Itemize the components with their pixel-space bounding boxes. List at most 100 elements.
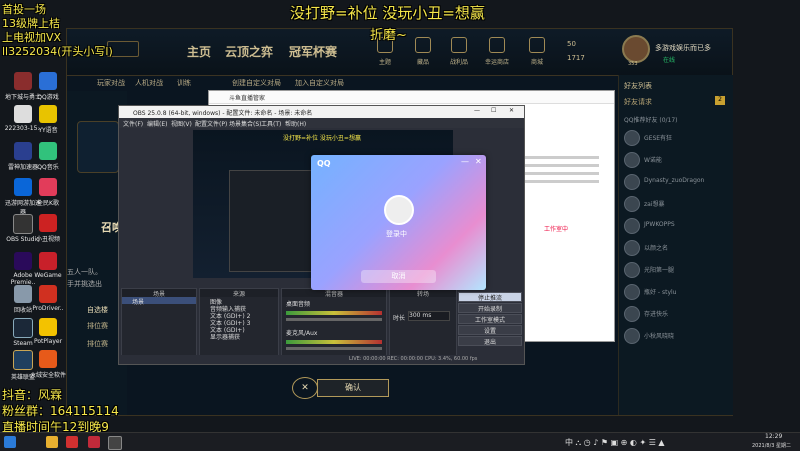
minimize-icon[interactable]: — bbox=[461, 157, 469, 166]
cancel-button[interactable]: 取消 bbox=[361, 270, 436, 283]
menu-help[interactable]: 帮助(H) bbox=[285, 119, 306, 128]
desktop-icon[interactable]: QQ游戏 bbox=[28, 72, 68, 101]
nav-loot[interactable]: 战利品 bbox=[447, 37, 471, 66]
friend-item[interactable]: JPWKOPPS bbox=[624, 217, 728, 235]
menu-scene-collection[interactable]: 场景集合(S) bbox=[229, 119, 262, 128]
tab-ai[interactable]: 人机对战 bbox=[135, 78, 163, 88]
duration-input[interactable]: 300 ms bbox=[408, 311, 450, 321]
recommend-group[interactable]: QQ推荐好友 (0/17) bbox=[624, 115, 678, 124]
friend-item[interactable]: GESE有狂 bbox=[624, 129, 728, 147]
source-item[interactable]: 文本 (GDI+) 3 bbox=[200, 318, 278, 327]
menu-tools[interactable]: 工具(T) bbox=[261, 119, 281, 128]
desktop-icon[interactable]: QQ音乐 bbox=[28, 142, 68, 171]
desktop-icon[interactable]: 火绒安全软件 bbox=[28, 350, 68, 379]
avatar bbox=[624, 174, 640, 190]
avatar bbox=[624, 196, 640, 212]
close-icon[interactable]: ✕ bbox=[475, 157, 482, 166]
source-item[interactable]: 文本 (GDI+) 2 bbox=[200, 311, 278, 320]
profile-level: 353 bbox=[628, 61, 638, 67]
friend-item[interactable]: Dynasty_zuoDragon bbox=[624, 173, 728, 191]
menu-file[interactable]: 文件(F) bbox=[123, 119, 143, 128]
friend-item[interactable]: 存进快乐 bbox=[624, 305, 728, 323]
obs-titlebar: OBS 25.0.8 (64-bit, windows) - 配置文件: 未命名… bbox=[119, 106, 524, 118]
qq-status: 登录中 bbox=[386, 230, 407, 238]
qq-logo: QQ bbox=[317, 159, 331, 168]
mixer-mic-meter bbox=[286, 340, 382, 344]
friend-item[interactable]: 光阳第一腿 bbox=[624, 261, 728, 279]
avatar bbox=[624, 284, 640, 300]
desktop-icon[interactable]: 小丑视频 bbox=[28, 214, 68, 243]
desktop-icon[interactable]: ProDriver.. bbox=[28, 285, 68, 312]
clock-time[interactable]: 12:29 bbox=[765, 433, 782, 440]
settings-button[interactable]: 设置 bbox=[458, 325, 522, 335]
close-icon[interactable]: ✕ bbox=[509, 107, 514, 114]
confirm-button[interactable]: 确认 bbox=[317, 379, 389, 397]
profile-avatar[interactable] bbox=[622, 35, 650, 63]
taskbar-app-icon[interactable] bbox=[88, 436, 100, 448]
source-item[interactable]: 显示器捕获 bbox=[200, 332, 278, 341]
avatar bbox=[624, 262, 640, 278]
nav-home[interactable]: 主页 bbox=[187, 43, 211, 60]
option-draft[interactable]: 自选楼 bbox=[87, 305, 108, 315]
mixer-mic-slider[interactable] bbox=[286, 347, 382, 350]
tab-training[interactable]: 训练 bbox=[177, 78, 191, 88]
start-recording-button[interactable]: 开始录制 bbox=[458, 303, 522, 313]
friend-item[interactable]: 小秋风晓晓 bbox=[624, 327, 728, 345]
menu-profile[interactable]: 配置文件(P) bbox=[195, 119, 227, 128]
friend-item[interactable]: zai想暴 bbox=[624, 195, 728, 213]
nav-collection[interactable]: 藏品 bbox=[411, 37, 435, 66]
mixer-mic-label: 麦克风/Aux bbox=[286, 330, 318, 337]
clock-date[interactable]: 2021/8/3 星期二 bbox=[752, 442, 791, 449]
maximize-icon[interactable]: ☐ bbox=[491, 107, 496, 114]
stop-stream-button[interactable]: 停止推流 bbox=[458, 292, 522, 302]
nav-shop[interactable]: 商城 bbox=[525, 37, 549, 66]
mixer-panel: 混音器 桌面音频 麦克风/Aux bbox=[281, 288, 387, 356]
avatar bbox=[384, 195, 414, 225]
scene-item[interactable]: 场景 bbox=[122, 297, 196, 306]
minimize-icon[interactable]: — bbox=[474, 107, 480, 114]
douyu-title: 斗鱼直播管家 bbox=[229, 95, 266, 102]
riot-points-count: 1717 bbox=[567, 54, 585, 62]
friend-requests-label[interactable]: 好友请求 bbox=[624, 97, 652, 107]
overlay-left-line4: ll3252034(开头小写l) bbox=[2, 45, 113, 58]
mixer-desktop-slider[interactable] bbox=[286, 318, 382, 321]
tray-icons[interactable]: 中 ⛬ ◷ ♪ ⚑ ▣ ⊕ ◐ ✦ ☰ ▲ bbox=[565, 437, 665, 448]
sources-panel: 来源 图像 音频输入捕获 文本 (GDI+) 2 文本 (GDI+) 3 文本 … bbox=[199, 288, 279, 356]
friend-item[interactable]: 以颜之名 bbox=[624, 239, 728, 257]
nav-tft[interactable]: 云顶之弈 bbox=[225, 43, 273, 60]
menu-view[interactable]: 视图(V) bbox=[171, 119, 192, 128]
mixer-header: 混音器 bbox=[282, 289, 386, 298]
taskbar-app-icon[interactable] bbox=[46, 436, 58, 448]
obs-status-text: LIVE: 00:00:00 REC: 00:00:00 CPU: 3.4%, … bbox=[349, 356, 478, 362]
duration-label: 时长 bbox=[393, 315, 406, 322]
obs-menu-bar: 文件(F) 编辑(E) 视图(V) 配置文件(P) 场景集合(S) 工具(T) … bbox=[119, 118, 524, 128]
exit-button[interactable]: 退出 bbox=[458, 336, 522, 346]
profile-name: 多游戏娱乐而已多 bbox=[655, 44, 711, 52]
option-ranked-flex[interactable]: 排位赛 bbox=[87, 339, 108, 349]
desktop-icon[interactable]: YY语音 bbox=[28, 105, 68, 134]
transition-panel: 转场 时长 300 ms bbox=[389, 288, 457, 356]
desktop-icon[interactable]: PotPlayer bbox=[28, 318, 68, 345]
avatar bbox=[624, 218, 640, 234]
tab-create-custom[interactable]: 创建自定义对局 bbox=[232, 78, 281, 88]
mixer-desktop-label: 桌面音频 bbox=[286, 301, 311, 308]
taskbar-app-icon[interactable] bbox=[66, 436, 78, 448]
source-item[interactable]: 文本 (GDI+) bbox=[200, 325, 278, 334]
friend-item[interactable]: W诺能 bbox=[624, 151, 728, 169]
nav-lucky-store[interactable]: 幸运商店 bbox=[485, 37, 509, 66]
friend-item[interactable]: 瓶好 - stylu bbox=[624, 283, 728, 301]
overlay-top-line2: 折磨~ bbox=[370, 28, 407, 43]
tab-pvp[interactable]: 玩家对战 bbox=[97, 78, 125, 88]
desktop-icon[interactable]: WeGame bbox=[28, 252, 68, 279]
tab-join-custom[interactable]: 加入自定义对局 bbox=[295, 78, 344, 88]
menu-edit[interactable]: 编辑(E) bbox=[147, 119, 167, 128]
desktop-icon[interactable]: 全民K歌 bbox=[28, 178, 68, 207]
taskbar-obs-icon[interactable] bbox=[108, 436, 122, 450]
studio-mode-button[interactable]: 工作室模式 bbox=[458, 314, 522, 324]
close-lobby-button[interactable]: ✕ bbox=[292, 377, 318, 399]
source-item[interactable]: 图像 bbox=[200, 297, 278, 306]
start-icon[interactable] bbox=[4, 436, 16, 448]
option-ranked-solo[interactable]: 排位赛 bbox=[87, 321, 108, 331]
nav-champions-cup[interactable]: 冠军杯赛 bbox=[289, 43, 337, 60]
source-item[interactable]: 音频输入捕获 bbox=[200, 304, 278, 313]
